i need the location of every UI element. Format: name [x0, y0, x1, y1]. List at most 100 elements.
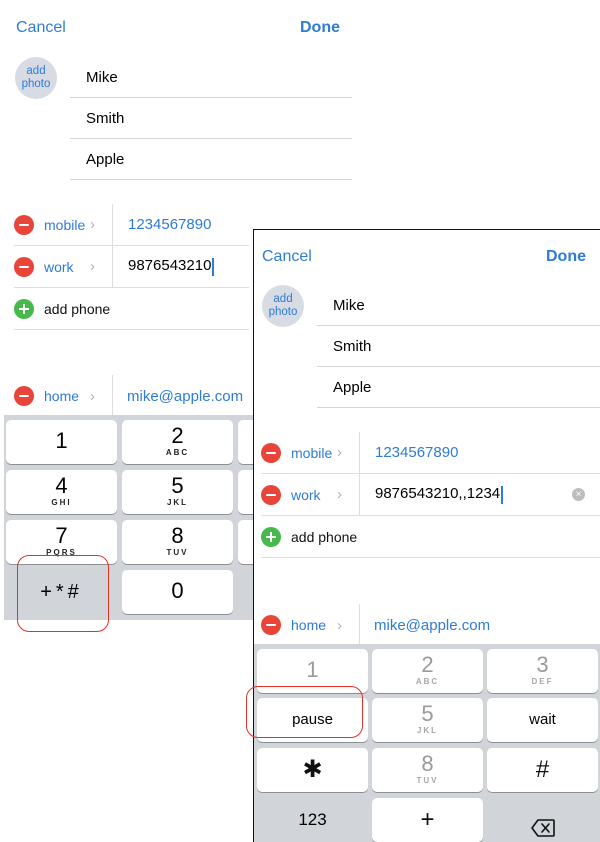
email-value[interactable]: mike@apple.com: [127, 388, 243, 405]
last-name-field[interactable]: Smith: [70, 98, 352, 139]
divider: [112, 203, 113, 246]
key-symbols-label: +*#: [40, 581, 83, 603]
company-field[interactable]: Apple: [317, 367, 600, 408]
key-asterisk[interactable]: ✱: [257, 748, 368, 792]
key-letters: ABC: [415, 677, 440, 686]
add-icon[interactable]: [261, 526, 281, 547]
phone-value[interactable]: 1234567890: [128, 216, 211, 233]
done-button[interactable]: Done: [300, 19, 340, 37]
add-photo-button[interactable]: add photo: [15, 57, 57, 99]
chevron-right-icon: ›: [337, 616, 342, 634]
key-number: 3: [536, 652, 549, 677]
phone-keypad: 1 2 ABC 4 GHI 5 JKL 7 PQRS 8 TUV +*# 0: [4, 415, 258, 620]
first-name-field[interactable]: Mike: [70, 57, 352, 98]
key-1[interactable]: 1: [257, 649, 368, 693]
first-name-field[interactable]: Mike: [317, 285, 600, 326]
key-number: 7: [55, 523, 68, 548]
add-icon[interactable]: [14, 298, 34, 319]
phone-input[interactable]: 9876543210: [128, 257, 215, 276]
divider: [359, 431, 360, 474]
chevron-right-icon: ›: [337, 486, 342, 503]
phone-row-mobile: mobile › 1234567890: [14, 203, 249, 246]
asterisk-icon: ✱: [302, 756, 323, 783]
key-123[interactable]: 123: [257, 798, 368, 842]
key-number: 8: [171, 523, 184, 548]
plus-icon: +: [420, 806, 435, 833]
add-photo-line2: photo: [268, 306, 298, 318]
divider: [359, 604, 360, 646]
key-hash[interactable]: #: [487, 748, 598, 792]
key-2[interactable]: 2 ABC: [372, 649, 483, 693]
cancel-button[interactable]: Cancel: [262, 248, 312, 266]
key-plus[interactable]: +: [372, 798, 483, 842]
delete-phone-icon[interactable]: [14, 256, 34, 277]
chevron-right-icon: ›: [90, 387, 95, 405]
email-label[interactable]: home: [44, 388, 90, 404]
key-number: 4: [55, 473, 68, 498]
key-wait[interactable]: wait: [487, 698, 598, 742]
key-letters: ABC: [165, 448, 190, 457]
key-number: 1: [55, 428, 68, 453]
key-letters: JKL: [166, 498, 189, 507]
key-5[interactable]: 5 JKL: [372, 698, 483, 742]
delete-email-icon[interactable]: [261, 615, 281, 635]
key-letters: DEF: [531, 677, 554, 686]
add-photo-button[interactable]: add photo: [262, 285, 304, 327]
last-name-field[interactable]: Smith: [317, 326, 600, 367]
key-8[interactable]: 8 TUV: [372, 748, 483, 792]
key-7[interactable]: 7 PQRS: [6, 520, 117, 564]
add-photo-line2: photo: [21, 78, 51, 90]
key-letters: TUV: [416, 776, 439, 785]
phone-input[interactable]: 9876543210,,1234: [375, 485, 504, 504]
phone-pad-keyboard: 1 2 ABC 3 DEF pause 5 JKL wait ✱ 8 TUV #: [254, 644, 600, 842]
phone-row-work: work › 9876543210: [14, 245, 249, 288]
phone-label[interactable]: work: [44, 259, 90, 275]
email-value[interactable]: mike@apple.com: [374, 617, 490, 634]
phone-value[interactable]: 1234567890: [375, 444, 458, 461]
key-label: pause: [292, 711, 333, 728]
key-backspace[interactable]: [487, 798, 598, 842]
phone-input-text: 9876543210,,1234: [375, 485, 501, 503]
key-number: 5: [421, 701, 434, 726]
key-number: 2: [421, 652, 434, 677]
key-letters: PQRS: [46, 548, 77, 557]
cancel-button[interactable]: Cancel: [16, 19, 66, 37]
divider: [112, 245, 113, 288]
company-field[interactable]: Apple: [70, 139, 352, 180]
hash-icon: #: [535, 756, 550, 783]
delete-email-icon[interactable]: [14, 386, 34, 406]
edit-contact-screen-right: Cancel Done add photo Mike Smith Apple mo…: [253, 229, 600, 842]
phone-input-text: 9876543210: [128, 257, 212, 275]
key-symbols[interactable]: +*#: [6, 570, 117, 614]
add-phone-label: add phone: [291, 528, 358, 545]
key-number: 0: [171, 578, 184, 603]
key-5[interactable]: 5 JKL: [122, 470, 233, 514]
phone-label[interactable]: mobile: [44, 217, 90, 233]
delete-phone-icon[interactable]: [261, 484, 281, 505]
done-button[interactable]: Done: [546, 248, 586, 266]
key-8[interactable]: 8 TUV: [122, 520, 233, 564]
key-pause[interactable]: pause: [257, 698, 368, 742]
clear-text-icon[interactable]: ×: [572, 488, 585, 501]
key-0[interactable]: 0: [122, 570, 233, 614]
delete-phone-icon[interactable]: [261, 442, 281, 463]
key-1[interactable]: 1: [6, 420, 117, 464]
phone-label[interactable]: mobile: [291, 445, 337, 461]
chevron-right-icon: ›: [337, 444, 342, 461]
key-4[interactable]: 4 GHI: [6, 470, 117, 514]
delete-phone-icon[interactable]: [14, 214, 34, 235]
chevron-right-icon: ›: [90, 216, 95, 233]
key-number: 1: [306, 657, 319, 682]
key-letters: JKL: [416, 726, 439, 735]
text-cursor: [212, 257, 215, 276]
backspace-icon: [487, 798, 598, 842]
phone-label[interactable]: work: [291, 487, 337, 503]
key-number: 5: [171, 473, 184, 498]
add-phone-row[interactable]: add phone: [261, 516, 600, 558]
key-3[interactable]: 3 DEF: [487, 649, 598, 693]
email-label[interactable]: home: [291, 617, 337, 633]
add-phone-label: add phone: [44, 300, 111, 317]
add-phone-row[interactable]: add phone: [14, 288, 249, 330]
key-2[interactable]: 2 ABC: [122, 420, 233, 464]
add-photo-line1: add: [273, 293, 293, 305]
